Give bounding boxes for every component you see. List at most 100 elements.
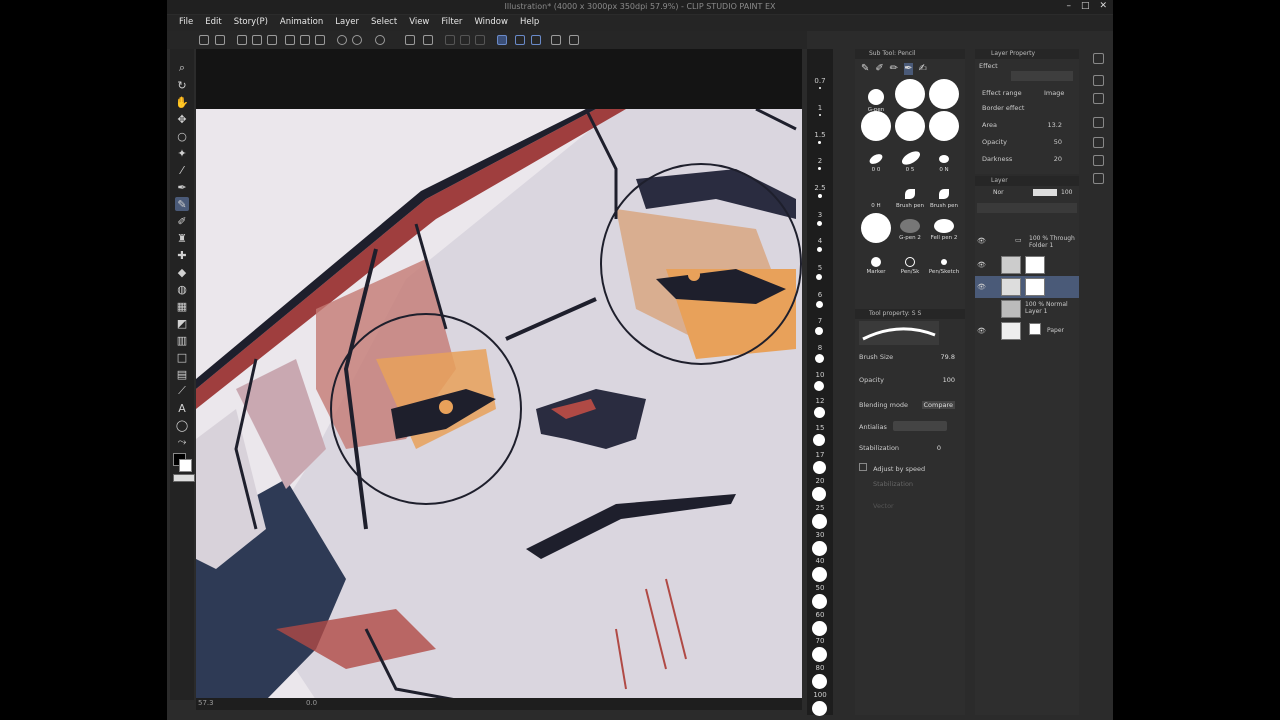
layer-opacity-value[interactable]: 100 — [1061, 189, 1072, 196]
brush-item[interactable]: 0 N — [927, 153, 961, 187]
opacity-row[interactable]: Opacity 100 — [859, 376, 955, 384]
sub-color-swatch[interactable] — [179, 459, 192, 472]
pencil-icon[interactable]: ✎ — [175, 197, 189, 211]
pen-group-icon[interactable]: ✎ — [861, 63, 869, 75]
brush-size-item[interactable]: 2.5 — [807, 184, 833, 192]
menu-select[interactable]: Select — [371, 15, 397, 31]
stroke-icon[interactable] — [515, 35, 525, 45]
navigator-icon[interactable] — [1093, 53, 1104, 64]
zoom-readout[interactable]: 57.3 — [198, 699, 214, 707]
eye-icon[interactable]: 👁 — [977, 283, 986, 291]
blend-icon[interactable]: ◍ — [175, 282, 189, 296]
airbrush-icon[interactable]: ♜ — [175, 231, 189, 245]
pencil-group-icon[interactable]: ✐ — [875, 63, 883, 75]
menu-help[interactable]: Help — [520, 15, 539, 31]
layer-item[interactable]: 👁 — [975, 254, 1079, 276]
ruler-icon[interactable] — [551, 35, 561, 45]
layer-item-folder[interactable]: 👁 ▭ 100 % Through Folder 1 — [975, 232, 1079, 254]
brush-item[interactable]: G-pen 2 — [893, 219, 927, 253]
menu-edit[interactable]: Edit — [205, 15, 221, 31]
close-button[interactable]: ✕ — [1099, 1, 1107, 11]
brush-size-item[interactable]: 3 — [807, 211, 833, 219]
area-row[interactable]: Area 13.2 — [982, 121, 1074, 129]
brush-icon[interactable]: ✐ — [175, 214, 189, 228]
move-icon[interactable]: ✥ — [175, 112, 189, 126]
angle-readout[interactable]: 0.0 — [306, 699, 317, 707]
eyedropper-icon[interactable]: ⁄ — [175, 163, 189, 177]
print-icon[interactable] — [315, 35, 325, 45]
darkness-row[interactable]: Darkness 20 — [982, 155, 1074, 163]
snap-icon[interactable] — [531, 35, 541, 45]
marker-group-icon[interactable]: ✏ — [890, 63, 898, 75]
layer-blend-mode[interactable]: Nor — [993, 189, 1004, 196]
brush-size-item[interactable]: 6 — [807, 291, 833, 299]
export-icon[interactable] — [300, 35, 310, 45]
brush-size-item[interactable]: 1 — [807, 104, 833, 112]
brush-item[interactable] — [859, 111, 893, 145]
layer-opacity-slider[interactable] — [1033, 189, 1057, 196]
lasso-icon[interactable]: ○ — [175, 129, 189, 143]
fill-icon[interactable]: ▦ — [175, 299, 189, 313]
brush-size-item[interactable]: 17 — [807, 451, 833, 459]
material-icon[interactable] — [1093, 93, 1104, 104]
brush-size-item[interactable]: 10 — [807, 371, 833, 379]
maximize-button[interactable]: □ — [1081, 1, 1090, 11]
adjust-by-speed-row[interactable]: Adjust by speed — [859, 463, 955, 473]
brush-size-item[interactable]: 12 — [807, 397, 833, 405]
eye-icon[interactable]: 👁 — [977, 237, 986, 245]
border-effect-row[interactable]: Border effect — [982, 104, 1074, 112]
brush-size-row[interactable]: Brush Size 79.8 — [859, 353, 955, 361]
brush-item[interactable]: Brush pen — [893, 189, 927, 223]
brush-size-item[interactable]: 25 — [807, 504, 833, 512]
hand-icon[interactable]: ✋ — [175, 95, 189, 109]
layer-item[interactable]: 100 % Normal Layer 1 — [975, 298, 1079, 320]
3d-icon[interactable] — [1093, 75, 1104, 86]
undo-icon[interactable] — [337, 35, 347, 45]
brush-size-item[interactable]: 5 — [807, 264, 833, 272]
app-icon[interactable] — [215, 35, 225, 45]
transparent-color-swatch[interactable] — [173, 474, 195, 482]
brush-size-item[interactable]: 70 — [807, 637, 833, 645]
layer-search-icon[interactable] — [1093, 173, 1104, 184]
border-opacity-row[interactable]: Opacity 50 — [982, 138, 1074, 146]
text-icon[interactable]: A — [175, 401, 189, 415]
brush-size-item[interactable]: 15 — [807, 424, 833, 432]
menu-file[interactable]: File — [179, 15, 193, 31]
grid-icon[interactable] — [569, 35, 579, 45]
effect-buttons[interactable] — [1011, 71, 1073, 81]
brush-size-item[interactable]: 80 — [807, 664, 833, 672]
save-icon[interactable] — [267, 35, 277, 45]
brush-item[interactable]: Marker — [859, 257, 893, 291]
transform-icon[interactable] — [405, 35, 415, 45]
eye-icon[interactable]: 👁 — [977, 261, 986, 269]
antialias-row[interactable]: Antialias — [859, 421, 955, 431]
zoom-icon[interactable]: ⌕ — [175, 61, 189, 75]
eraser-icon[interactable]: ◆ — [175, 265, 189, 279]
brush-size-item[interactable]: 0.7 — [807, 77, 833, 85]
open-file-icon[interactable] — [252, 35, 262, 45]
brush-item[interactable]: 0 5 — [893, 148, 927, 187]
brush-item[interactable]: Fell pen 2 — [927, 219, 961, 253]
brush-item[interactable] — [927, 79, 961, 113]
decoration-icon[interactable]: ✚ — [175, 248, 189, 262]
bucket-icon[interactable]: ◩ — [175, 316, 189, 330]
menu-layer[interactable]: Layer — [335, 15, 359, 31]
item-bank-icon[interactable] — [1093, 155, 1104, 166]
brush-item[interactable] — [893, 111, 927, 145]
figure-icon[interactable]: □ — [175, 350, 189, 364]
brush-size-item[interactable]: 50 — [807, 584, 833, 592]
history-icon[interactable] — [1093, 117, 1104, 128]
brush-item[interactable]: 0 0 — [859, 152, 893, 187]
brush-size-item[interactable]: 60 — [807, 611, 833, 619]
brush-size-item[interactable]: 1.5 — [807, 131, 833, 139]
brush-item[interactable] — [927, 111, 961, 145]
menu-icon[interactable] — [199, 35, 209, 45]
brush-item[interactable] — [859, 213, 893, 247]
blending-mode-row[interactable]: Blending mode Compare — [859, 401, 955, 409]
canvas[interactable] — [196, 109, 802, 700]
brush-size-item[interactable]: 40 — [807, 557, 833, 565]
brush-size-item[interactable]: 7 — [807, 317, 833, 325]
auto-action-icon[interactable] — [1093, 137, 1104, 148]
save-as-icon[interactable] — [285, 35, 295, 45]
brush-group-icon[interactable]: ✍ — [919, 63, 927, 75]
